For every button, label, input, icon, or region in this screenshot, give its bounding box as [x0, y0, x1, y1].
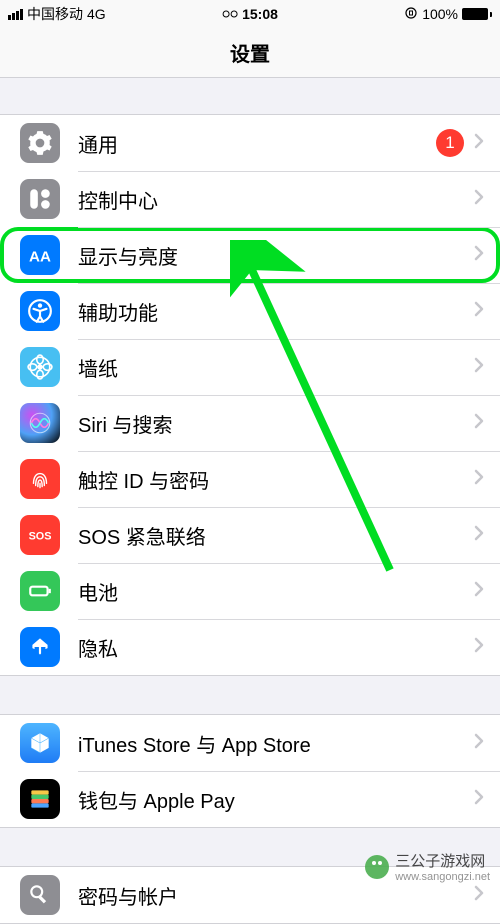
row-label: 电池 [78, 577, 474, 606]
status-right: 100% [404, 6, 492, 23]
battery-text: 100% [422, 6, 458, 22]
row-label: iTunes Store 与 App Store [78, 729, 474, 758]
siri-icon [20, 403, 60, 443]
watermark: 三公子游戏网 www.sangongzi.net [365, 850, 490, 883]
chevron-right-icon [474, 357, 484, 378]
hotspot-icon [222, 6, 238, 22]
sos-icon: SOS [20, 515, 60, 555]
itunes-icon [20, 723, 60, 763]
row-label: 钱包与 Apple Pay [78, 785, 474, 814]
chevron-right-icon [474, 581, 484, 602]
chevron-right-icon [474, 469, 484, 490]
rotation-lock-icon [404, 6, 418, 23]
control-center-icon [20, 179, 60, 219]
row-wallet[interactable]: 钱包与 Apple Pay [0, 771, 500, 827]
row-label: SOS 紧急联络 [78, 521, 474, 550]
status-bar: 中国移动 4G 15:08 100% [0, 0, 500, 28]
row-general[interactable]: 通用1 [0, 115, 500, 171]
settings-group: iTunes Store 与 App Store 钱包与 Apple Pay [0, 714, 500, 828]
chevron-right-icon [474, 733, 484, 754]
row-label: 触控 ID 与密码 [78, 465, 474, 494]
chevron-right-icon [474, 133, 484, 154]
battery-icon [20, 571, 60, 611]
signal-icon [8, 9, 23, 20]
status-left: 中国移动 4G [8, 4, 106, 24]
battery-icon [462, 8, 492, 20]
time-label: 15:08 [242, 6, 278, 22]
row-itunes[interactable]: iTunes Store 与 App Store [0, 715, 500, 771]
carrier-label: 中国移动 [27, 4, 83, 24]
privacy-icon [20, 627, 60, 667]
svg-text:SOS: SOS [29, 530, 52, 542]
row-label: 控制中心 [78, 185, 474, 214]
chevron-right-icon [474, 413, 484, 434]
row-sos[interactable]: SOS SOS 紧急联络 [0, 507, 500, 563]
row-wallpaper[interactable]: 墙纸 [0, 339, 500, 395]
row-touchid[interactable]: 触控 ID 与密码 [0, 451, 500, 507]
row-label: 密码与帐户 [78, 881, 474, 910]
chevron-right-icon [474, 789, 484, 810]
watermark-logo-icon [365, 855, 389, 879]
row-label: 辅助功能 [78, 297, 474, 326]
touchid-icon [20, 459, 60, 499]
network-label: 4G [87, 6, 106, 22]
row-battery[interactable]: 电池 [0, 563, 500, 619]
notification-badge: 1 [436, 129, 464, 157]
display-icon: AA [20, 235, 60, 275]
nav-bar: 设置 [0, 28, 500, 78]
row-display[interactable]: AA 显示与亮度 [0, 227, 500, 283]
chevron-right-icon [474, 525, 484, 546]
row-privacy[interactable]: 隐私 [0, 619, 500, 675]
watermark-url: www.sangongzi.net [395, 871, 490, 883]
chevron-right-icon [474, 301, 484, 322]
page-title: 设置 [230, 38, 270, 67]
settings-group: 通用1 控制中心 AA 显示与亮度 辅助功能 墙纸 Siri 与搜索 触控 ID … [0, 114, 500, 676]
wallet-icon [20, 779, 60, 819]
row-label: 墙纸 [78, 353, 474, 382]
row-accessibility[interactable]: 辅助功能 [0, 283, 500, 339]
row-siri[interactable]: Siri 与搜索 [0, 395, 500, 451]
accessibility-icon [20, 291, 60, 331]
chevron-right-icon [474, 245, 484, 266]
watermark-text: 三公子游戏网 [395, 850, 490, 871]
row-control-center[interactable]: 控制中心 [0, 171, 500, 227]
general-icon [20, 123, 60, 163]
row-label: Siri 与搜索 [78, 409, 474, 438]
wallpaper-icon [20, 347, 60, 387]
row-label: 显示与亮度 [78, 241, 474, 270]
chevron-right-icon [474, 885, 484, 906]
accounts-icon [20, 875, 60, 915]
row-label: 通用 [78, 129, 436, 158]
chevron-right-icon [474, 189, 484, 210]
status-center: 15:08 [222, 6, 278, 22]
chevron-right-icon [474, 637, 484, 658]
svg-text:AA: AA [29, 249, 51, 266]
row-label: 隐私 [78, 633, 474, 662]
